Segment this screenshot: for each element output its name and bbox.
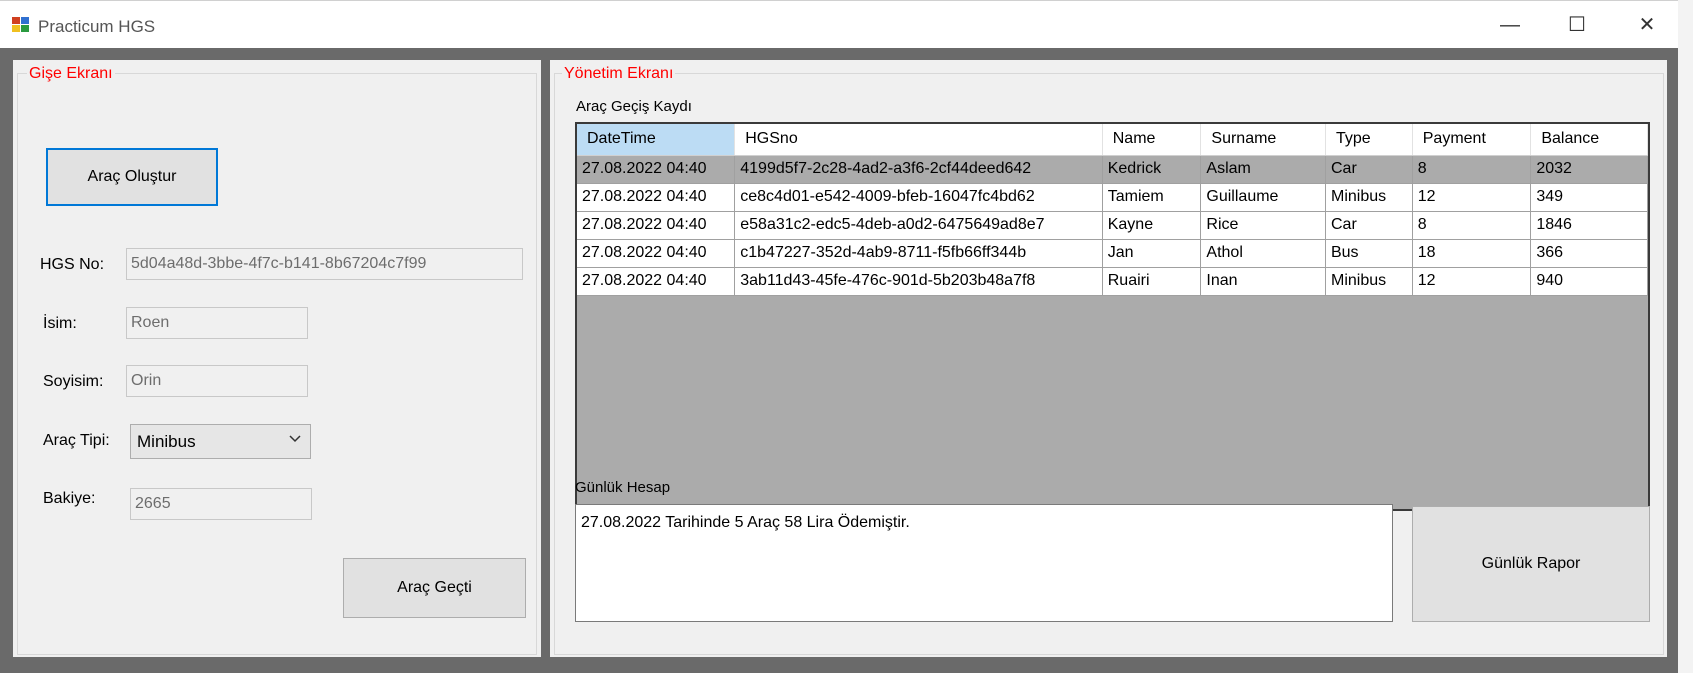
name-label: İsim:: [43, 315, 77, 332]
yonetim-legend: Yönetim Ekranı: [562, 65, 676, 83]
cell-name[interactable]: Tamiem: [1102, 183, 1202, 212]
cell-name[interactable]: Kedrick: [1102, 155, 1202, 184]
cell-hgsno[interactable]: 4199d5f7-2c28-4ad2-a3f6-2cf44deed642: [734, 155, 1103, 184]
hgs-label: HGS No:: [40, 256, 105, 273]
cell-datetime[interactable]: 27.08.2022 04:40: [577, 239, 736, 268]
create-vehicle-button[interactable]: Araç Oluştur: [46, 148, 218, 206]
column-header-balance[interactable]: Balance: [1530, 124, 1648, 156]
cell-hgsno[interactable]: 3ab11d43-45fe-476c-901d-5b203b48a7f8: [734, 267, 1103, 296]
surname-label: Soyisim:: [43, 373, 104, 390]
yonetim-panel: Yönetim Ekranı Araç Geçiş Kaydı DateTime…: [550, 60, 1667, 657]
title-bar: Practicum HGS — ☐ ✕: [0, 0, 1678, 49]
vehicle-type-value: Minibus: [137, 432, 196, 451]
gise-legend: Gişe Ekranı: [27, 65, 115, 83]
cell-payment[interactable]: 8: [1412, 155, 1532, 184]
daily-account-text[interactable]: 27.08.2022 Tarihinde 5 Araç 58 Lira Ödem…: [575, 504, 1393, 622]
cell-balance[interactable]: 1846: [1530, 211, 1648, 240]
vehicle-pass-table: DateTime HGSno Name Surname Type Payment…: [577, 124, 1648, 296]
cell-payment[interactable]: 18: [1412, 239, 1532, 268]
table-row[interactable]: 27.08.2022 04:40 4199d5f7-2c28-4ad2-a3f6…: [577, 155, 1648, 184]
cell-hgsno[interactable]: c1b47227-352d-4ab9-8711-f5fb66ff344b: [734, 239, 1103, 268]
grid-header-row: DateTime HGSno Name Surname Type Payment…: [577, 124, 1648, 156]
window-edge: [1678, 0, 1693, 673]
cell-hgsno[interactable]: ce8c4d01-e542-4009-bfeb-16047fc4bd62: [734, 183, 1103, 212]
vehicle-type-select[interactable]: Minibus: [130, 424, 311, 459]
maximize-button[interactable]: ☐: [1557, 13, 1597, 37]
table-row[interactable]: 27.08.2022 04:40 ce8c4d01-e542-4009-bfeb…: [577, 183, 1648, 212]
vehicle-type-label: Araç Tipi:: [43, 432, 110, 449]
column-header-name[interactable]: Name: [1102, 124, 1202, 156]
close-icon: ✕: [1638, 14, 1656, 36]
column-header-hgsno[interactable]: HGSno: [734, 124, 1103, 156]
balance-label: Bakiye:: [43, 490, 96, 507]
column-header-datetime[interactable]: DateTime: [577, 124, 736, 156]
table-row[interactable]: 27.08.2022 04:40 3ab11d43-45fe-476c-901d…: [577, 267, 1648, 296]
cell-name[interactable]: Ruairi: [1102, 267, 1202, 296]
cell-hgsno[interactable]: e58a31c2-edc5-4deb-a0d2-6475649ad8e7: [734, 211, 1103, 240]
cell-type[interactable]: Car: [1325, 211, 1413, 240]
app-icon: [12, 17, 30, 33]
cell-name[interactable]: Jan: [1102, 239, 1202, 268]
cell-surname[interactable]: Rice: [1200, 211, 1326, 240]
cell-surname[interactable]: Inan: [1200, 267, 1326, 296]
cell-payment[interactable]: 12: [1412, 183, 1532, 212]
cell-surname[interactable]: Guillaume: [1200, 183, 1326, 212]
cell-balance[interactable]: 2032: [1530, 155, 1648, 184]
cell-datetime[interactable]: 27.08.2022 04:40: [577, 267, 736, 296]
column-header-surname[interactable]: Surname: [1200, 124, 1326, 156]
grid-label: Araç Geçiş Kaydı: [576, 98, 692, 115]
cell-payment[interactable]: 8: [1412, 211, 1532, 240]
gise-panel: Gişe Ekranı Araç Oluştur HGS No: 5d04a48…: [13, 60, 541, 657]
vehicle-passed-button[interactable]: Araç Geçti: [343, 558, 526, 618]
close-button[interactable]: ✕: [1627, 13, 1667, 37]
cell-type[interactable]: Car: [1325, 155, 1413, 184]
minimize-button[interactable]: —: [1490, 13, 1530, 37]
cell-type[interactable]: Bus: [1325, 239, 1413, 268]
cell-type[interactable]: Minibus: [1325, 267, 1413, 296]
column-header-type[interactable]: Type: [1325, 124, 1413, 156]
hgs-no-field[interactable]: 5d04a48d-3bbe-4f7c-b141-8b67204c7f99: [126, 248, 523, 280]
table-row[interactable]: 27.08.2022 04:40 c1b47227-352d-4ab9-8711…: [577, 239, 1648, 268]
cell-balance[interactable]: 366: [1530, 239, 1648, 268]
minimize-icon: —: [1500, 14, 1520, 36]
chevron-down-icon: [288, 431, 302, 451]
cell-surname[interactable]: Athol: [1200, 239, 1326, 268]
balance-field[interactable]: 2665: [130, 488, 312, 520]
vehicle-pass-grid[interactable]: DateTime HGSno Name Surname Type Payment…: [575, 122, 1650, 511]
cell-type[interactable]: Minibus: [1325, 183, 1413, 212]
cell-name[interactable]: Kayne: [1102, 211, 1202, 240]
cell-balance[interactable]: 940: [1530, 267, 1648, 296]
cell-datetime[interactable]: 27.08.2022 04:40: [577, 211, 736, 240]
cell-balance[interactable]: 349: [1530, 183, 1648, 212]
column-header-payment[interactable]: Payment: [1412, 124, 1532, 156]
maximize-icon: ☐: [1568, 14, 1586, 36]
daily-account-label: Günlük Hesap: [575, 479, 671, 496]
surname-field[interactable]: Orin: [126, 365, 308, 397]
daily-report-button[interactable]: Günlük Rapor: [1412, 506, 1650, 622]
cell-surname[interactable]: Aslam: [1200, 155, 1326, 184]
cell-payment[interactable]: 12: [1412, 267, 1532, 296]
table-row[interactable]: 27.08.2022 04:40 e58a31c2-edc5-4deb-a0d2…: [577, 211, 1648, 240]
cell-datetime[interactable]: 27.08.2022 04:40: [577, 155, 736, 184]
name-field[interactable]: Roen: [126, 307, 308, 339]
window-title: Practicum HGS: [38, 17, 156, 36]
cell-datetime[interactable]: 27.08.2022 04:40: [577, 183, 736, 212]
